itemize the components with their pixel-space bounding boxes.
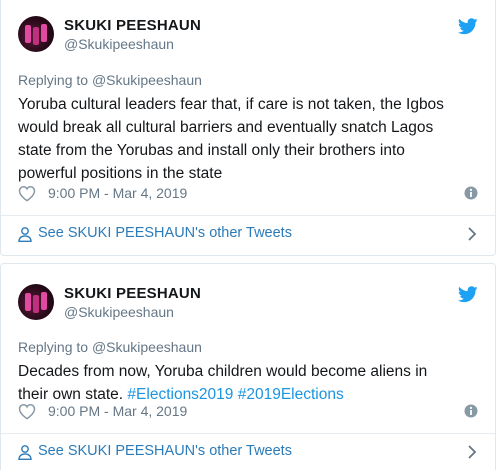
- divider: [1, 433, 495, 434]
- timestamp-link[interactable]: 9:00 PM - Mar 4, 2019: [48, 403, 187, 419]
- divider: [1, 215, 495, 216]
- replying-handle-link[interactable]: @Skukipeeshaun: [92, 72, 202, 88]
- tweet-card: SKUKI PEESHAUN @Skukipeeshaun Replying t…: [0, 0, 496, 256]
- tweet-text: Decades from now, Yoruba children would …: [18, 360, 480, 406]
- tweet-text-line: would break all cultural barriers and ev…: [18, 119, 434, 136]
- replying-prefix: Replying to: [18, 339, 92, 355]
- tweet-text: Yoruba cultural leaders fear that, if ca…: [18, 93, 480, 185]
- replying-prefix: Replying to: [18, 72, 92, 88]
- avatar[interactable]: [18, 284, 54, 320]
- replying-to: Replying to @Skukipeeshaun: [18, 72, 202, 88]
- timestamp-link[interactable]: 9:00 PM - Mar 4, 2019: [48, 185, 187, 201]
- see-other-tweets-label: See SKUKI PEESHAUN's other Tweets: [38, 225, 292, 241]
- info-icon[interactable]: [464, 404, 478, 418]
- tweet-text-line: Decades from now, Yoruba children would …: [18, 363, 428, 380]
- see-other-tweets-label: See SKUKI PEESHAUN's other Tweets: [38, 443, 292, 459]
- person-icon: [18, 445, 32, 460]
- user-handle[interactable]: @Skukipeeshaun: [64, 304, 174, 320]
- tweet-meta: 9:00 PM - Mar 4, 2019: [18, 184, 478, 204]
- info-icon[interactable]: [464, 186, 478, 200]
- tweet-text-line: powerful positions in the state: [18, 165, 223, 182]
- display-name[interactable]: SKUKI PEESHAUN: [64, 17, 201, 34]
- tweet-meta: 9:00 PM - Mar 4, 2019: [18, 402, 478, 422]
- heart-icon[interactable]: [18, 185, 36, 202]
- replying-handle-link[interactable]: @Skukipeeshaun: [92, 339, 202, 355]
- tweet-header: SKUKI PEESHAUN @Skukipeeshaun: [18, 16, 478, 62]
- tweet-header: SKUKI PEESHAUN @Skukipeeshaun: [18, 284, 478, 330]
- twitter-bird-icon[interactable]: [458, 18, 478, 35]
- see-other-tweets-link[interactable]: See SKUKI PEESHAUN's other Tweets: [18, 224, 478, 246]
- user-handle[interactable]: @Skukipeeshaun: [64, 36, 174, 52]
- heart-icon[interactable]: [18, 403, 36, 420]
- see-other-tweets-link[interactable]: See SKUKI PEESHAUN's other Tweets: [18, 442, 478, 464]
- tweet-text-line: state from the Yorubas and install only …: [18, 142, 405, 159]
- twitter-bird-icon[interactable]: [458, 286, 478, 303]
- tweet-text-line: Yoruba cultural leaders fear that, if ca…: [18, 96, 444, 113]
- chevron-right-icon: [468, 227, 477, 241]
- chevron-right-icon: [468, 445, 477, 459]
- replying-to: Replying to @Skukipeeshaun: [18, 339, 202, 355]
- hashtag-link[interactable]: #2019Elections: [238, 386, 344, 403]
- person-icon: [18, 227, 32, 242]
- display-name[interactable]: SKUKI PEESHAUN: [64, 285, 201, 302]
- tweet-card: SKUKI PEESHAUN @Skukipeeshaun Replying t…: [0, 263, 496, 470]
- avatar[interactable]: [18, 16, 54, 52]
- hashtag-link[interactable]: #Elections2019: [127, 386, 233, 403]
- tweet-text-plain: their own state.: [18, 386, 128, 403]
